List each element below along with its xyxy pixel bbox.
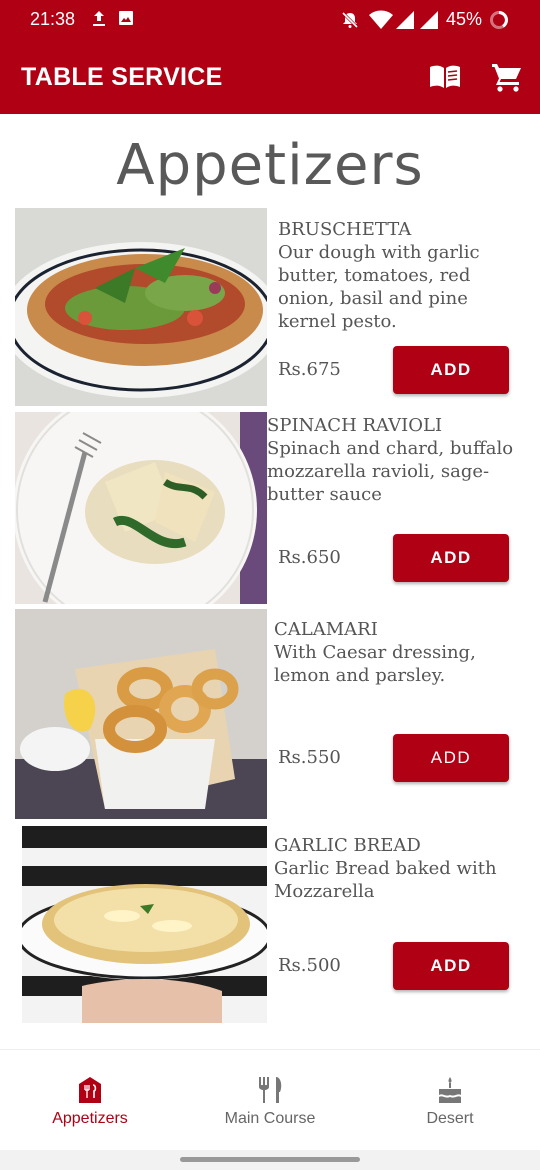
signal-icon-2: [420, 11, 438, 29]
tab-label: Appetizers: [52, 1110, 128, 1127]
menu-item-garlic-bread: GARLIC BREAD Garlic Bread baked with Moz…: [0, 824, 540, 1024]
tab-desert[interactable]: Desert: [360, 1050, 540, 1151]
tab-appetizers[interactable]: Appetizers: [0, 1050, 180, 1151]
menu-book-icon: [430, 65, 460, 88]
upload-icon: [93, 11, 105, 26]
signal-icon: [396, 11, 414, 29]
tab-main-course[interactable]: Main Course: [180, 1050, 360, 1151]
tab-label: Main Course: [224, 1110, 316, 1127]
gesture-bar: [0, 1150, 540, 1170]
add-garlic-bread-button[interactable]: ADD: [393, 942, 509, 990]
battery-percent: 45%: [446, 9, 483, 29]
status-bar: 21:38 45%: [0, 0, 540, 40]
tab-label: Desert: [426, 1110, 474, 1127]
page-title: Appetizers: [116, 133, 424, 198]
add-calamari-button[interactable]: ADD: [393, 734, 509, 782]
menu-item-bruschetta: BRUSCHETTA Our dough with garlic butter,…: [0, 208, 540, 408]
item-name: SPINACH RAVIOLI: [267, 415, 443, 436]
restaurant-icon: [79, 1077, 101, 1103]
item-price: Rs.650: [278, 547, 341, 568]
spinach-ravioli-image: [15, 412, 267, 604]
cart-button[interactable]: [491, 62, 523, 92]
bruschetta-image: [15, 208, 267, 406]
item-price: Rs.675: [278, 359, 341, 380]
garlic-bread-image: [22, 826, 267, 1023]
fork-knife-icon: [259, 1077, 282, 1103]
cake-icon: [439, 1077, 461, 1103]
item-name: BRUSCHETTA: [278, 219, 412, 240]
item-description: Spinach and chard, buffalo mozzarella ra…: [267, 438, 514, 505]
app-bar: TABLE SERVICE: [0, 40, 540, 114]
add-bruschetta-button[interactable]: ADD: [393, 346, 509, 394]
menu-book-button[interactable]: [428, 63, 462, 91]
calamari-image: [15, 609, 267, 819]
item-description: Garlic Bread baked with Mozzarella: [274, 858, 497, 902]
item-price: Rs.550: [278, 747, 341, 768]
item-description: Our dough with garlic butter, tomatoes, …: [278, 242, 480, 332]
bottom-navigation: Appetizers Main Course Desert: [0, 1049, 540, 1150]
app-title: TABLE SERVICE: [21, 63, 223, 91]
item-description: With Caesar dressing, lemon and parsley.: [274, 642, 476, 686]
menu-item-spinach-ravioli: SPINACH RAVIOLI Spinach and chard, buffa…: [0, 410, 540, 606]
add-spinach-ravioli-button[interactable]: ADD: [393, 534, 509, 582]
shopping-cart-icon: [492, 64, 521, 92]
item-price: Rs.500: [278, 955, 341, 976]
home-indicator[interactable]: [180, 1157, 360, 1162]
status-time: 21:38: [30, 9, 76, 29]
image-icon: [119, 11, 133, 25]
menu-item-calamari: CALAMARI With Caesar dressing, lemon and…: [0, 608, 540, 820]
wifi-icon: [369, 10, 393, 29]
item-name: GARLIC BREAD: [274, 835, 421, 856]
battery-icon: [490, 11, 508, 29]
mute-icon: [341, 11, 359, 29]
item-name: CALAMARI: [274, 619, 378, 640]
